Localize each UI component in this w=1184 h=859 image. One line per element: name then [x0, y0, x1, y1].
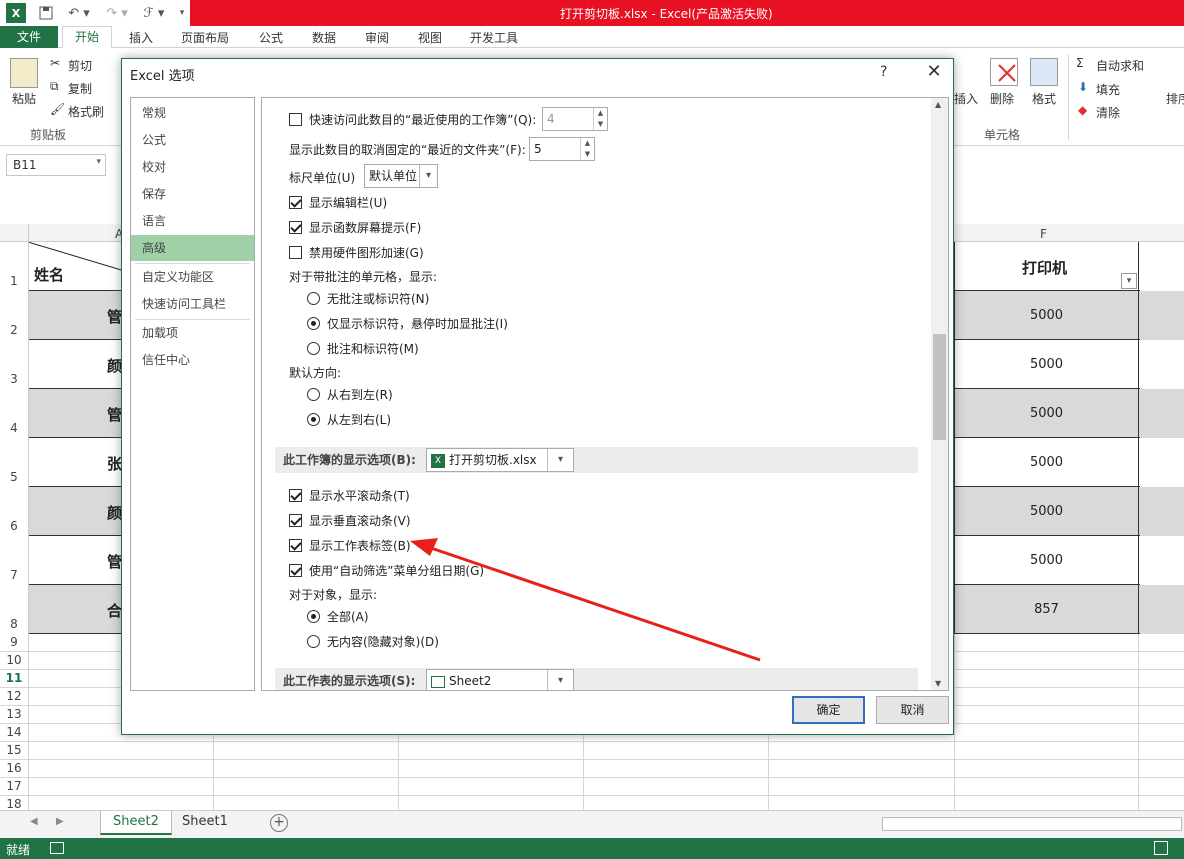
annotation-arrow: [410, 538, 761, 662]
arrow-head: [410, 538, 438, 556]
arrow-shaft: [427, 545, 761, 662]
